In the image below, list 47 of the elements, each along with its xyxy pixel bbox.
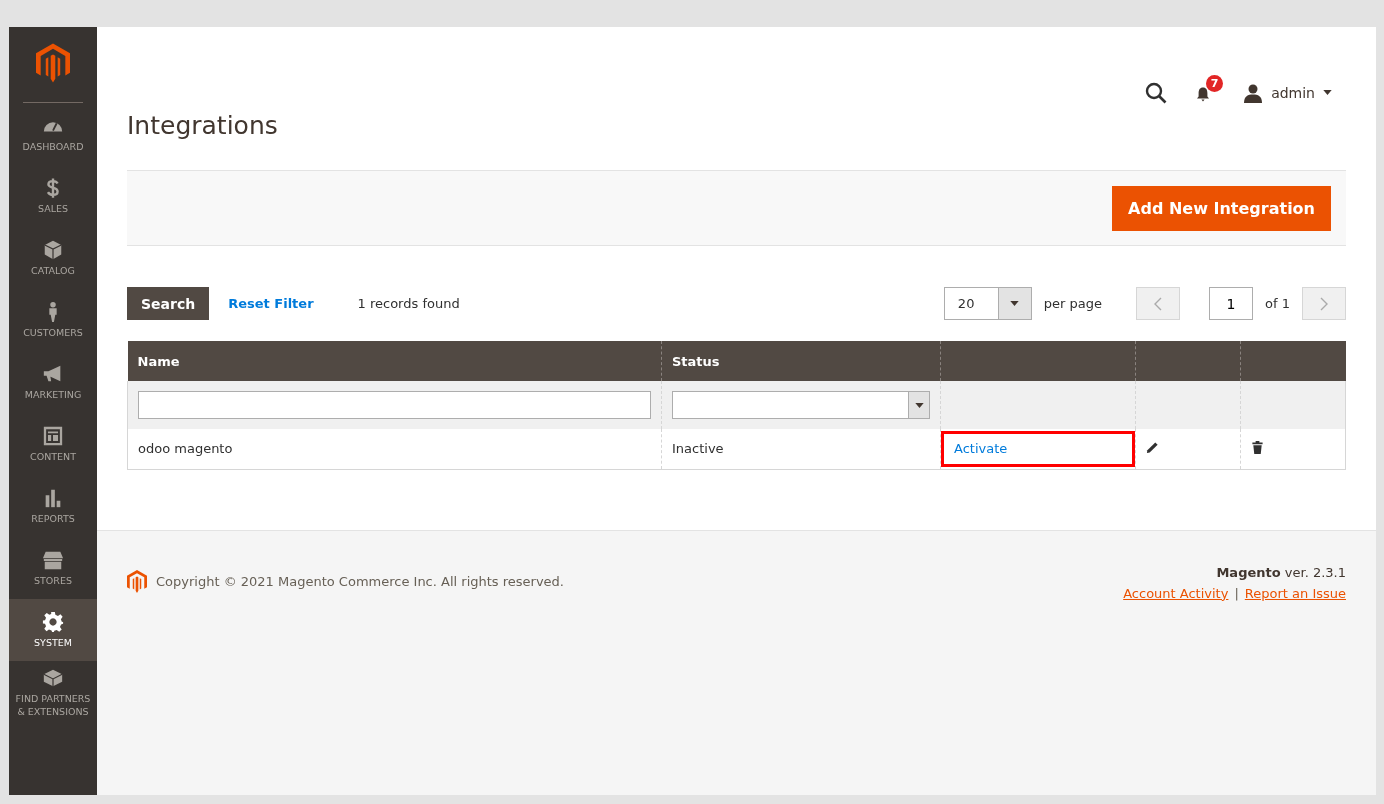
notification-count: 7 (1206, 74, 1224, 92)
chevron-right-icon (1320, 296, 1328, 311)
account-activity-link[interactable]: Account Activity (1123, 585, 1229, 601)
table-cell: odoo magento (138, 441, 233, 457)
column-header: Name (127, 341, 662, 381)
sidebar-item[interactable]: MARKETING (9, 351, 97, 413)
sidebar-item[interactable]: CATALOG (9, 227, 97, 289)
caret-icon (914, 402, 924, 408)
column-header: Status (661, 341, 941, 381)
layout-icon (42, 425, 64, 447)
report-issue-link[interactable]: Report an Issue (1244, 585, 1346, 601)
records-count: 1 records found (357, 296, 460, 311)
copyright-text: Copyright © 2021 Magento Commerce Inc. All rights reserved. (156, 574, 564, 589)
sidebar-item[interactable]: FIND PARTNERS & EXTENSIONS (9, 661, 97, 723)
version-text: Magento ver. 2.3.1 (1216, 564, 1346, 580)
name-filter-field[interactable] (138, 391, 651, 419)
link-separator: | (1234, 585, 1239, 601)
per-page-select[interactable]: 20 (943, 287, 1032, 320)
logo-icon (127, 570, 147, 593)
chevron-left-icon (1154, 296, 1163, 311)
delete-icon[interactable] (1251, 440, 1264, 454)
search-button[interactable]: Search (127, 287, 210, 320)
activate-link[interactable]: Activate (954, 441, 1008, 457)
caret-icon (1010, 301, 1020, 306)
sidebar-item[interactable]: DASHBOARD (9, 103, 97, 165)
edit-icon[interactable] (1146, 440, 1159, 454)
sidebar-item[interactable]: CUSTOMERS (9, 289, 97, 351)
page-total: of 1 (1265, 296, 1290, 311)
logo-icon (36, 42, 70, 83)
box-icon (42, 239, 64, 261)
user-icon (1243, 82, 1264, 103)
per-page-label: per page (1043, 296, 1103, 311)
page-title: Integrations (127, 111, 278, 140)
user-menu[interactable]: admin (1243, 82, 1332, 103)
store-icon (42, 549, 64, 571)
sidebar-item[interactable]: SALES (9, 165, 97, 227)
sidebar-item[interactable]: STORES (9, 537, 97, 599)
search-icon[interactable] (1145, 81, 1168, 104)
add-new-integration-button[interactable]: Add New Integration (1112, 185, 1331, 231)
caret-icon (1323, 90, 1332, 95)
table-cell: Inactive (672, 441, 724, 457)
sidebar-item[interactable]: CONTENT (9, 413, 97, 475)
settings-icon (42, 611, 64, 633)
sidebar-item[interactable]: SYSTEM (9, 599, 97, 661)
reset-filter-link[interactable]: Reset Filter (228, 296, 314, 311)
sidebar-item[interactable]: REPORTS (9, 475, 97, 537)
page-number-field[interactable]: 1 (1209, 287, 1254, 320)
